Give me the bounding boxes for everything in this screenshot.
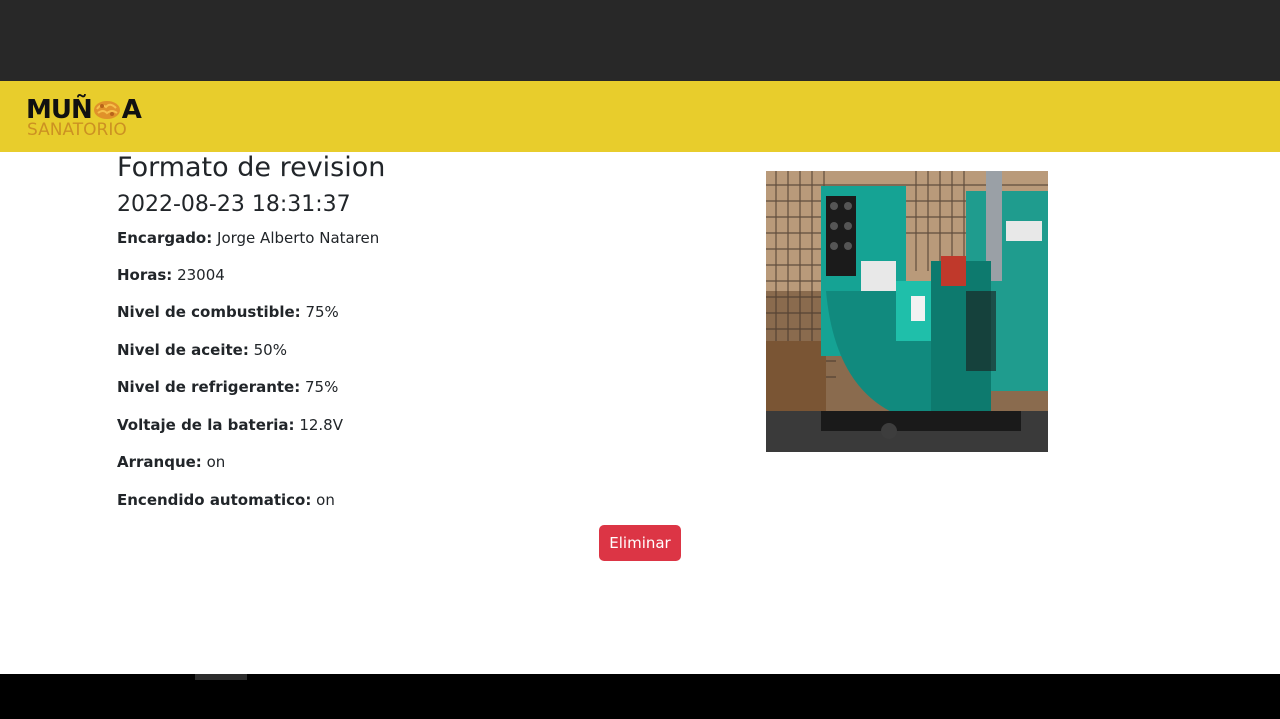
logo-subtitle: SANATORIO <box>27 120 127 140</box>
bottom-tab[interactable] <box>195 674 247 680</box>
field-voltaje-bateria: Voltaje de la bateria: 12.8V <box>117 415 343 435</box>
field-value: 75% <box>305 378 339 396</box>
field-label: Horas: <box>117 266 173 284</box>
site-header: MUÑ A SANATORIO <box>0 81 1280 152</box>
field-value: on <box>206 453 226 471</box>
field-label: Voltaje de la bateria: <box>117 416 295 434</box>
logo[interactable]: MUÑ A SANATORIO <box>26 95 142 141</box>
field-label: Nivel de combustible: <box>117 303 301 321</box>
field-value: 75% <box>305 303 339 321</box>
field-value: 23004 <box>177 266 225 284</box>
generator-image <box>766 171 1048 452</box>
field-encargado: Encargado: Jorge Alberto Nataren <box>117 228 379 248</box>
revision-datetime: 2022-08-23 18:31:37 <box>117 192 351 217</box>
field-label: Nivel de refrigerante: <box>117 378 301 396</box>
generator-photo <box>766 171 1048 452</box>
field-arranque: Arranque: on <box>117 452 225 472</box>
page-title: Formato de revision <box>117 152 386 183</box>
field-nivel-aceite: Nivel de aceite: 50% <box>117 340 287 360</box>
field-label: Nivel de aceite: <box>117 341 249 359</box>
field-value: 50% <box>253 341 287 359</box>
field-value: 12.8V <box>299 416 343 434</box>
field-encendido-automatico: Encendido automatico: on <box>117 490 335 510</box>
bottom-bar <box>0 674 1280 719</box>
field-horas: Horas: 23004 <box>117 265 225 285</box>
field-nivel-combustible: Nivel de combustible: 75% <box>117 302 339 322</box>
field-label: Arranque: <box>117 453 202 471</box>
field-nivel-refrigerante: Nivel de refrigerante: 75% <box>117 377 338 397</box>
delete-button[interactable]: Eliminar <box>599 525 681 561</box>
field-label: Encendido automatico: <box>117 491 312 509</box>
field-value: on <box>316 491 335 509</box>
field-value: Jorge Alberto Nataren <box>217 229 380 247</box>
field-label: Encargado: <box>117 229 213 247</box>
browser-top-bar <box>0 0 1280 81</box>
